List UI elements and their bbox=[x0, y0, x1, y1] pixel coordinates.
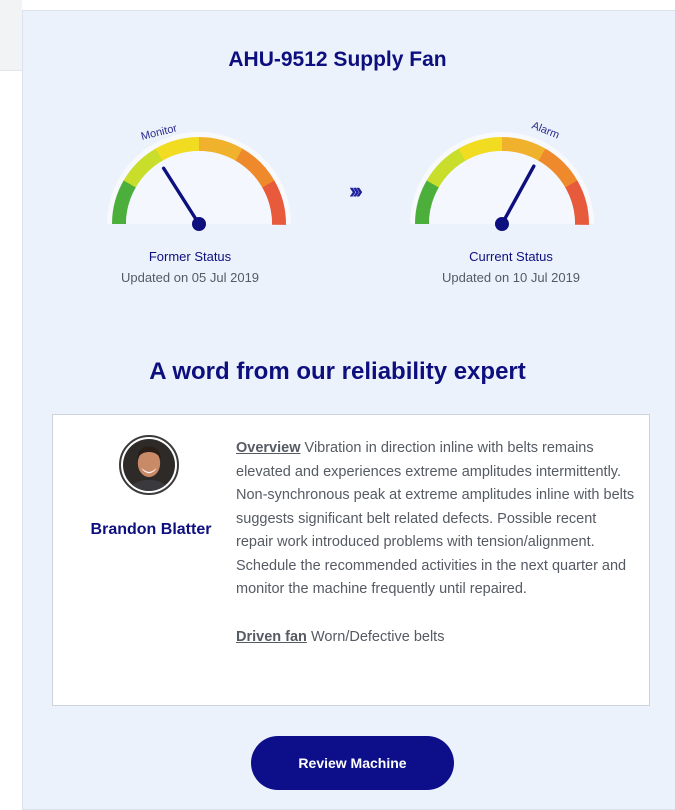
review-machine-button[interactable]: Review Machine bbox=[251, 736, 454, 790]
overview-label: Overview bbox=[236, 440, 301, 456]
overview-text: Vibration in direction inline with belts… bbox=[236, 440, 635, 597]
gauge-current-dial: Alarm bbox=[410, 120, 594, 231]
machine-title: AHU-9512 Supply Fan bbox=[228, 48, 447, 71]
gauge-current-status: Alarm bbox=[407, 118, 597, 236]
gauge-updated-date: Updated on 05 Jul 2019 bbox=[120, 270, 260, 285]
triple-chevron-right-icon: ››› bbox=[349, 178, 363, 203]
gauge-former-status: Monitor bbox=[104, 118, 294, 236]
component-label: Driven fan bbox=[236, 628, 307, 645]
component-text: Worn/Defective belts bbox=[310, 628, 445, 645]
gauge-caption-label: Former Status bbox=[148, 249, 232, 264]
gauge-caption-label: Current Status bbox=[469, 249, 553, 264]
expert-note-box: Brandon Blatter Overview Vibration in di… bbox=[52, 414, 650, 706]
expert-name: Brandon Blatter bbox=[90, 521, 212, 538]
expert-heading: A word from our reliability expert bbox=[149, 358, 526, 385]
gauge-needle-hub bbox=[192, 217, 206, 231]
gauge-needle-hub bbox=[495, 217, 509, 231]
gauge-updated-date: Updated on 10 Jul 2019 bbox=[441, 270, 581, 285]
gauge-former-dial: Monitor bbox=[107, 122, 291, 231]
gauge-former-caption: Former Status Updated on 05 Jul 2019 bbox=[80, 249, 300, 285]
expert-note-text: Overview Vibration in direction inline w… bbox=[236, 437, 636, 649]
gauge-current-caption: Current Status Updated on 10 Jul 2019 bbox=[401, 249, 621, 285]
person-avatar-icon bbox=[119, 435, 179, 495]
